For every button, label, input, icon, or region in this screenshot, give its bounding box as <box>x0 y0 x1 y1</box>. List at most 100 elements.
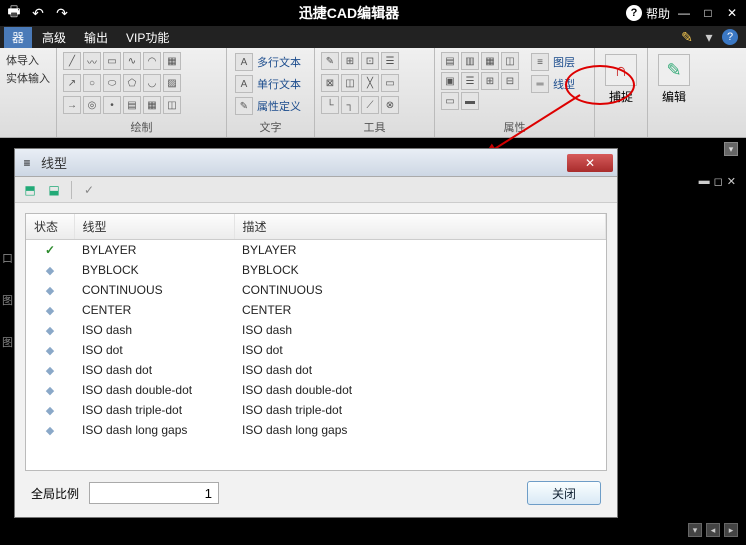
dialog-titlebar[interactable]: ≡ 线型 ✕ <box>15 149 617 177</box>
table-row[interactable]: ◆ISO dash triple-dotISO dash triple-dot <box>26 400 606 420</box>
tool7-icon[interactable]: ╳ <box>361 74 379 92</box>
table-row[interactable]: ◆CENTERCENTER <box>26 300 606 320</box>
attrdef-button[interactable]: ✎属性定义 <box>233 96 303 116</box>
dropdown-icon[interactable]: ▾ <box>700 28 718 46</box>
point-icon[interactable]: • <box>103 96 121 114</box>
table-icon[interactable]: ▦ <box>143 96 161 114</box>
xline-icon[interactable]: ↗ <box>63 74 81 92</box>
ellipse-icon[interactable]: ⬭ <box>103 74 121 92</box>
rect-icon[interactable]: ▭ <box>103 52 121 70</box>
undo-icon[interactable]: ↶ <box>28 3 48 23</box>
scale-input[interactable] <box>89 482 219 504</box>
col-linetype[interactable]: 线型 <box>74 214 234 240</box>
tool12-icon[interactable]: ⊗ <box>381 96 399 114</box>
panel-collapse-icon[interactable]: ▾ <box>724 142 738 156</box>
edit-button[interactable]: ✎ 编辑 <box>654 52 694 107</box>
maximize-button[interactable]: □ <box>698 3 718 23</box>
row-state-icon: ◆ <box>26 340 74 360</box>
hatch-icon[interactable]: ▦ <box>163 52 181 70</box>
layers-button[interactable]: ≡图层 <box>529 52 577 72</box>
p5-icon[interactable]: ▣ <box>441 72 459 90</box>
help-round-icon[interactable]: ? <box>722 29 738 45</box>
tool9-icon[interactable]: └ <box>321 96 339 114</box>
tool8-icon[interactable]: ▭ <box>381 74 399 92</box>
p7-icon[interactable]: ⊞ <box>481 72 499 90</box>
ray-icon[interactable]: → <box>63 96 81 114</box>
table-row[interactable]: ◆ISO dotISO dot <box>26 340 606 360</box>
p4-icon[interactable]: ◫ <box>501 52 519 70</box>
help-label[interactable]: 帮助 <box>646 5 670 22</box>
col-desc[interactable]: 描述 <box>234 214 606 240</box>
p8-icon[interactable]: ⊟ <box>501 72 519 90</box>
singletext-button[interactable]: A单行文本 <box>233 74 303 94</box>
tool5-icon[interactable]: ⊠ <box>321 74 339 92</box>
apply-icon[interactable]: ✓ <box>80 181 98 199</box>
region-icon[interactable]: ◫ <box>163 96 181 114</box>
image-icon[interactable]: ▤ <box>123 96 141 114</box>
entity-input-label[interactable]: 实体输入 <box>6 70 50 86</box>
tool4-icon[interactable]: ☰ <box>381 52 399 70</box>
redo-icon[interactable]: ↷ <box>52 3 72 23</box>
p6-icon[interactable]: ☰ <box>461 72 479 90</box>
panel-min-icon[interactable]: ▬ <box>699 175 710 188</box>
row-state-icon: ◆ <box>26 280 74 300</box>
multitext-button[interactable]: A多行文本 <box>233 52 303 72</box>
ribbon-group-tools: ✎⊞⊡☰ ⊠◫╳▭ └┐⟋⊗ 工具 <box>315 48 435 137</box>
delete-icon[interactable]: ⬓ <box>45 181 63 199</box>
arc-icon[interactable]: ◠ <box>143 52 161 70</box>
p9-icon[interactable]: ▭ <box>441 92 459 110</box>
polyline-icon[interactable]: 〰 <box>83 52 101 70</box>
table-row[interactable]: ◆CONTINUOUSCONTINUOUS <box>26 280 606 300</box>
p3-icon[interactable]: ▦ <box>481 52 499 70</box>
tool3-icon[interactable]: ⊡ <box>361 52 379 70</box>
dialog-close-button[interactable]: ✕ <box>567 154 613 172</box>
table-row[interactable]: ✓BYLAYERBYLAYER <box>26 240 606 261</box>
table-row[interactable]: ◆ISO dashISO dash <box>26 320 606 340</box>
entity-import-label[interactable]: 体导入 <box>6 52 50 68</box>
scale-label: 全局比例 <box>31 485 79 502</box>
scroll-dd-icon[interactable]: ▾ <box>688 523 702 537</box>
menu-advanced[interactable]: 高级 <box>34 27 74 48</box>
donut-icon[interactable]: ◎ <box>83 96 101 114</box>
ribbon-group-draw: ╱ 〰 ▭ ∿ ◠ ▦ ↗ ○ ⬭ ⬠ ◡ ▨ → ◎ • ▤ ▦ ◫ <box>57 48 227 137</box>
tool11-icon[interactable]: ⟋ <box>361 96 379 114</box>
p10-icon[interactable]: ▬ <box>461 92 479 110</box>
table-row[interactable]: ◆ISO dash dotISO dash dot <box>26 360 606 380</box>
circle-icon[interactable]: ○ <box>83 74 101 92</box>
table-row[interactable]: ◆BYBLOCKBYBLOCK <box>26 260 606 280</box>
col-state[interactable]: 状态 <box>26 214 74 240</box>
menu-output[interactable]: 输出 <box>76 27 116 48</box>
tool10-icon[interactable]: ┐ <box>341 96 359 114</box>
close-button[interactable]: ✕ <box>722 3 742 23</box>
spline-icon[interactable]: ∿ <box>123 52 141 70</box>
table-row[interactable]: ◆ISO dash double-dotISO dash double-dot <box>26 380 606 400</box>
tool6-icon[interactable]: ◫ <box>341 74 359 92</box>
table-row[interactable]: ◆ISO dash long gapsISO dash long gaps <box>26 420 606 440</box>
help-icon[interactable]: ? <box>626 5 642 21</box>
p1-icon[interactable]: ▤ <box>441 52 459 70</box>
panel-controls: ▬ ◻ ✕ <box>699 175 736 188</box>
scroll-right-icon[interactable]: ▸ <box>724 523 738 537</box>
load-icon[interactable]: ⬒ <box>21 181 39 199</box>
snap-button[interactable]: ∩ 捕捉 <box>601 52 641 107</box>
minimize-button[interactable]: — <box>674 3 694 23</box>
polygon-icon[interactable]: ⬠ <box>123 74 141 92</box>
panel-max-icon[interactable]: ◻ <box>714 175 723 188</box>
panel-close-icon[interactable]: ✕ <box>727 175 736 188</box>
linetype-button[interactable]: ═线型 <box>529 74 577 94</box>
arc2-icon[interactable]: ◡ <box>143 74 161 92</box>
row-name: ISO dot <box>74 340 234 360</box>
scroll-left-icon[interactable]: ◂ <box>706 523 720 537</box>
close-button[interactable]: 关闭 <box>527 481 601 505</box>
menu-editor[interactable]: 器 <box>4 27 32 48</box>
print-icon[interactable]: 🖶 <box>4 3 24 23</box>
p2-icon[interactable]: ▥ <box>461 52 479 70</box>
tool2-icon[interactable]: ⊞ <box>341 52 359 70</box>
tool1-icon[interactable]: ✎ <box>321 52 339 70</box>
row-name: ISO dash triple-dot <box>74 400 234 420</box>
menu-vip[interactable]: VIP功能 <box>118 27 177 48</box>
pen-icon[interactable]: ✎ <box>678 28 696 46</box>
hatch2-icon[interactable]: ▨ <box>163 74 181 92</box>
line-icon[interactable]: ╱ <box>63 52 81 70</box>
row-state-icon: ◆ <box>26 260 74 280</box>
